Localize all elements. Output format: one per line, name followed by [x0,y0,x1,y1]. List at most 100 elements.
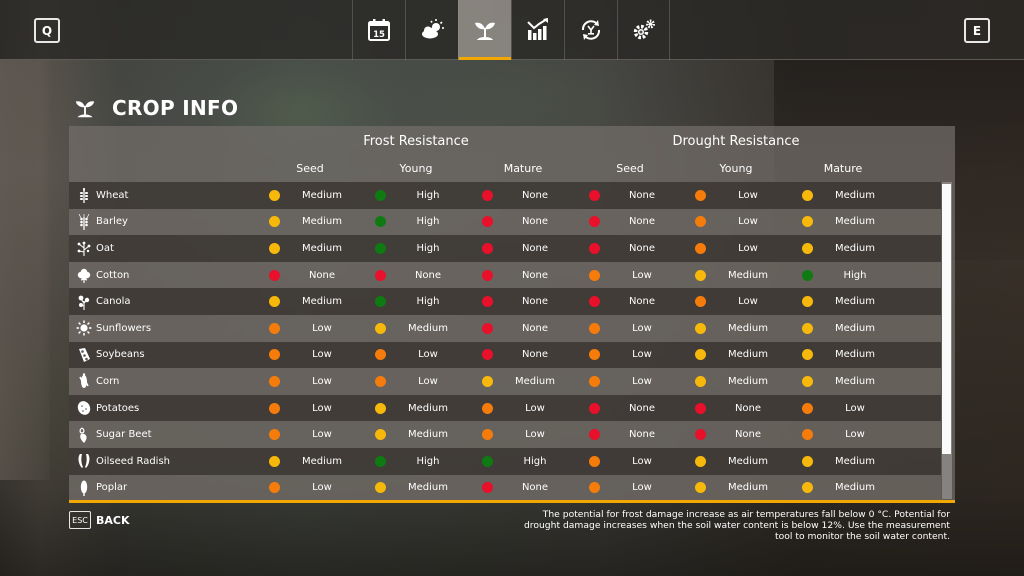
status-dot-icon [589,296,600,308]
crop-row-cotton[interactable]: Cotton None None None Low Medium High [69,261,941,289]
status-dot-icon [802,375,813,387]
status-dot-icon [802,242,813,254]
tab-settings[interactable] [617,0,670,60]
tab-calendar[interactable]: 15 [352,0,405,60]
status-dot-icon [269,269,280,281]
crop-name: Sugar Beet [96,429,152,441]
tab-statistics[interactable] [511,0,564,60]
calendar-day: 15 [373,30,385,40]
crop-name: Oilseed Radish [96,455,170,467]
crop-row-sugar-beet[interactable]: Sugar Beet Low Medium Low None None Low [69,421,941,448]
resistance-cell: None [482,288,588,315]
status-dot-icon [802,482,813,494]
crop-row-wheat[interactable]: Wheat Medium High None None Low Medium [69,182,941,209]
status-dot-icon [375,455,386,467]
poplar-icon [75,479,92,496]
scrollbar-thumb[interactable] [942,184,951,454]
resistance-level: Medium [408,429,448,441]
status-dot-icon [695,402,706,414]
resistance-level: High [416,216,440,228]
column-header-frost-seed: Seed [296,162,324,175]
resistance-level: None [628,296,656,308]
status-dot-icon [802,429,813,441]
back-button[interactable]: ESC BACK [69,511,130,529]
crop-row-potatoes[interactable]: Potatoes Low Medium Low None None Low [69,394,941,422]
resistance-level: Low [312,402,332,414]
status-dot-icon [482,189,493,201]
prev-page-key[interactable]: Q [34,18,60,43]
crop-row-oilseed-radish[interactable]: Oilseed Radish Medium High High Low Medium Med… [69,447,941,475]
panel-accent-line [69,500,955,503]
next-page-key[interactable]: E [964,18,990,43]
crop-row-poplar[interactable]: Poplar Low Medium None Low Medium Medium [69,474,941,502]
menu-tabs: 15 [352,0,670,60]
resistance-cell: Low [482,421,588,448]
resistance-cell: Medium [802,182,908,209]
crop-row-corn[interactable]: Corn Low Low Medium Low Medium Medium [69,368,941,395]
crop-row-oat[interactable]: Oat Medium High None None Low Medium [69,235,941,262]
resistance-level: Low [632,455,652,467]
status-dot-icon [482,455,493,467]
resistance-level: Medium [302,189,342,201]
resistance-cell: Low [695,235,801,262]
resistance-cell: High [375,235,481,262]
crop-row-canola[interactable]: Canola Medium High None None Low Medium [69,288,941,315]
status-dot-icon [375,242,386,254]
gears-icon [633,19,655,40]
crop-row-soybeans[interactable]: Soybeans Low Low None Low Medium Medium [69,341,941,369]
status-dot-icon [695,216,706,228]
resistance-cell: Low [695,288,801,315]
resistance-level: Low [312,482,332,494]
resistance-level: High [416,296,440,308]
resistance-cell: Low [802,395,908,422]
resistance-cell: Medium [375,395,481,422]
sprout-icon [75,101,95,118]
sugar-beet-icon [75,426,92,443]
status-dot-icon [269,322,280,334]
status-dot-icon [482,375,493,387]
status-dot-icon [802,296,813,308]
resistance-cell: Medium [375,421,481,448]
resistance-level: None [521,189,549,201]
column-header-drought-mature: Mature [823,162,863,175]
status-dot-icon [695,189,706,201]
background-wall [0,60,50,480]
resistance-level: Medium [302,296,342,308]
potato-icon [75,400,92,417]
resistance-level: Low [738,216,758,228]
status-dot-icon [695,482,706,494]
resistance-level: None [521,349,549,361]
resistance-cell: Medium [695,315,801,342]
status-dot-icon [802,269,813,281]
resistance-cell: Low [375,368,481,395]
status-dot-icon [375,375,386,387]
status-dot-icon [375,189,386,201]
corn-icon [75,373,92,390]
crop-row-sunflowers[interactable]: Sunflowers Low Medium None Low Medium Medium [69,314,941,342]
tab-crop-rotation[interactable] [564,0,617,60]
status-dot-icon [695,242,706,254]
status-dot-icon [482,429,493,441]
status-dot-icon [375,216,386,228]
weather-icon [422,19,444,39]
crop-row-barley[interactable]: Barley Medium High None None Low Medium [69,208,941,236]
help-note: The potential for frost damage increase … [523,509,950,542]
resistance-cell: Medium [375,315,481,342]
resistance-level: Low [632,375,652,387]
resistance-level: High [416,189,440,201]
resistance-cell: None [482,475,588,502]
resistance-cell: None [695,395,801,422]
tab-crop-info[interactable] [458,0,511,60]
status-dot-icon [482,482,493,494]
resistance-cell: Medium [802,475,908,502]
tab-weather[interactable] [405,0,458,60]
resistance-cell: High [802,262,908,289]
status-dot-icon [802,349,813,361]
resistance-cell: Medium [695,475,801,502]
status-dot-icon [482,349,493,361]
resistance-cell: Low [589,342,695,369]
resistance-cell: Medium [695,448,801,475]
status-dot-icon [482,269,493,281]
resistance-level: Low [312,322,332,334]
page-title: CROP INFO [73,95,238,121]
